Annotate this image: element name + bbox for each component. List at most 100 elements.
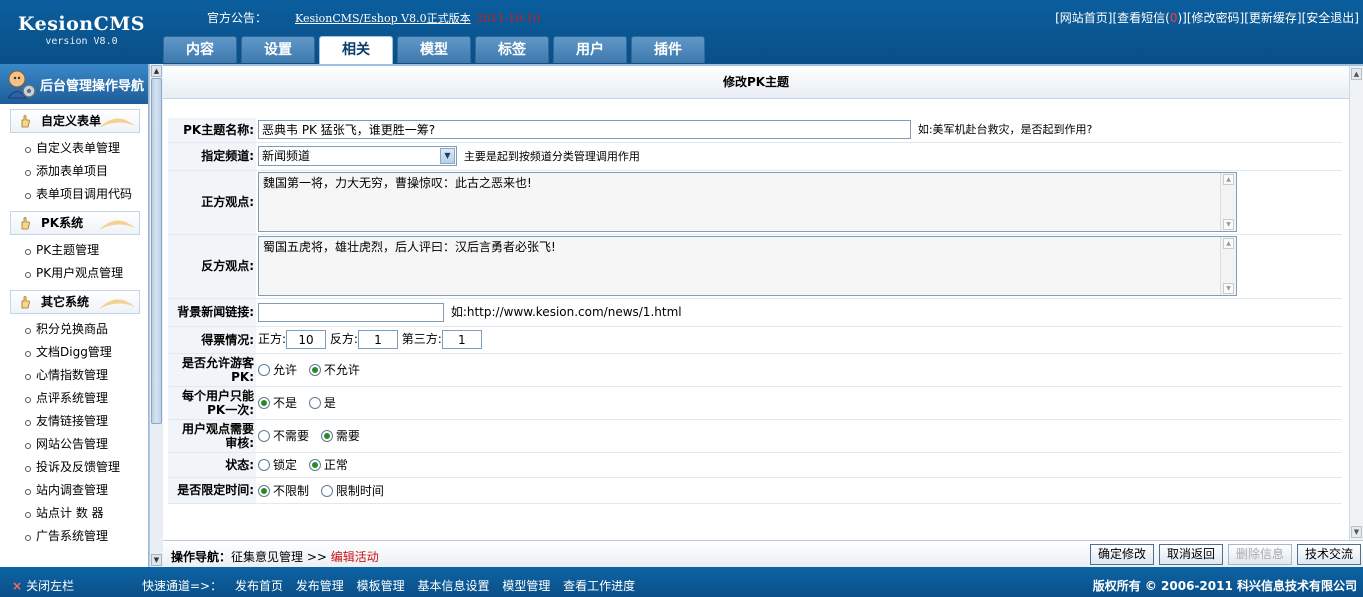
status-locked-radio[interactable]: 锁定 — [258, 458, 297, 472]
form-row-name: PK主题名称: 如:美军机赴台救灾，是否起到作用? — [168, 118, 1342, 143]
con-label: 反方观点: — [168, 234, 256, 299]
votes-con-input[interactable] — [357, 330, 398, 349]
textarea-scrollbar[interactable]: ▲ ▼ — [1220, 237, 1236, 295]
confirm-modify-button[interactable]: 确定修改 — [1089, 544, 1154, 565]
cancel-return-button[interactable]: 取消返回 — [1158, 544, 1223, 565]
view-messages-link[interactable]: [查看短信(0)] — [1112, 11, 1186, 25]
group-other-systems[interactable]: 其它系统 — [10, 290, 140, 314]
scroll-up-icon[interactable]: ▲ — [1223, 238, 1234, 249]
channel-select[interactable]: 新闻频道 ▼ — [258, 146, 457, 166]
group-custom-forms[interactable]: 自定义表单 — [10, 109, 140, 133]
sidebar-item-announcements[interactable]: 网站公告管理 — [0, 433, 148, 456]
name-hint: 如:美军机赴台救灾，是否起到作用? — [917, 123, 1093, 137]
delete-info-button[interactable]: 删除信息 — [1227, 544, 1292, 565]
sidebar-item-pk-user-views[interactable]: PK用户观点管理 — [0, 262, 148, 285]
news-label: 背景新闻链接: — [168, 298, 256, 327]
sidebar-item-custom-form-manage[interactable]: 自定义表单管理 — [0, 137, 148, 160]
scroll-down-icon[interactable]: ▼ — [1223, 283, 1234, 294]
scroll-thumb[interactable] — [151, 78, 162, 424]
tab-users[interactable]: 用户 — [553, 36, 627, 63]
quick-link-model-manage[interactable]: 模型管理 — [502, 579, 550, 593]
group-pk-system[interactable]: PK系统 — [10, 211, 140, 235]
close-icon: × — [12, 579, 23, 593]
sidebar-item-digg[interactable]: 文档Digg管理 — [0, 341, 148, 364]
tab-models[interactable]: 模型 — [397, 36, 471, 63]
sidebar-scrollbar[interactable]: ▲ ▼ — [149, 64, 163, 567]
pro-view-textarea[interactable]: 魏国第一将，力大无穷，曹操惊叹：此古之恶来也! ▲ ▼ — [258, 172, 1237, 232]
sidebar-item-ads[interactable]: 广告系统管理 — [0, 525, 148, 548]
sidebar-item-survey[interactable]: 站内调查管理 — [0, 479, 148, 502]
guest-deny-radio[interactable]: 不允许 — [308, 363, 360, 377]
news-link-input[interactable] — [258, 302, 444, 322]
change-password-link[interactable]: [修改密码] — [1187, 11, 1244, 25]
main-scrollbar[interactable]: ▲ ▼ — [1349, 66, 1363, 540]
form-row-once: 每个用户只能 PK一次: 不是 是 — [168, 386, 1342, 420]
site-home-link[interactable]: [网站首页] — [1055, 11, 1112, 25]
top-header: KesionCMS version V8.0 官方公告： KesionCMS/Es… — [0, 0, 1363, 64]
con-view-textarea[interactable]: 蜀国五虎将，雄壮虎烈，后人评曰：汉后言勇者必张飞! ▲ ▼ — [258, 236, 1237, 296]
chevron-down-icon[interactable]: ▼ — [440, 148, 455, 164]
sidebar-item-add-form-item[interactable]: 添加表单项目 — [0, 160, 148, 183]
scroll-down-icon[interactable]: ▼ — [1223, 219, 1234, 230]
radio-checked-icon — [258, 397, 270, 409]
nav-path-link[interactable]: 征集意见管理 — [231, 550, 303, 564]
sidebar-item-form-code[interactable]: 表单项目调用代码 — [0, 183, 148, 206]
swoosh-decoration — [99, 118, 135, 128]
pro-view-text: 魏国第一将，力大无穷，曹操惊叹：此古之恶来也! — [263, 176, 532, 190]
tab-settings[interactable]: 设置 — [241, 36, 315, 63]
close-sidebar-label: 关闭左栏 — [26, 579, 75, 593]
votes-pro-input[interactable] — [286, 330, 327, 349]
tab-labels[interactable]: 标签 — [475, 36, 549, 63]
scroll-down-icon[interactable]: ▼ — [151, 554, 162, 566]
topic-name-input[interactable] — [258, 120, 911, 140]
time-unlimited-radio[interactable]: 不限制 — [258, 484, 309, 498]
once-no-radio[interactable]: 不是 — [258, 396, 297, 410]
scroll-down-icon[interactable]: ▼ — [1351, 526, 1362, 538]
time-limited-radio[interactable]: 限制时间 — [320, 484, 384, 498]
scroll-up-icon[interactable]: ▲ — [1351, 68, 1362, 80]
scroll-up-icon[interactable]: ▲ — [1223, 174, 1234, 185]
close-sidebar-button[interactable]: × 关闭左栏 — [12, 577, 74, 594]
hand-icon — [21, 296, 30, 309]
notice-date: 2011-10-10 — [476, 12, 541, 25]
audit-yes-radio[interactable]: 需要 — [320, 429, 360, 443]
tab-content[interactable]: 内容 — [163, 36, 237, 63]
tab-plugins[interactable]: 插件 — [631, 36, 705, 63]
radio-icon — [258, 459, 270, 471]
scroll-up-icon[interactable]: ▲ — [151, 65, 162, 77]
channel-label: 指定频道: — [168, 142, 256, 171]
textarea-scrollbar[interactable]: ▲ ▼ — [1220, 173, 1236, 231]
time-cell: 不限制 限制时间 — [256, 477, 1342, 504]
quick-link-basic-settings[interactable]: 基本信息设置 — [417, 579, 489, 593]
sidebar-item-mood[interactable]: 心情指数管理 — [0, 364, 148, 387]
message-count: 0 — [1169, 11, 1178, 25]
logout-link[interactable]: [安全退出] — [1302, 11, 1359, 25]
audit-label: 用户观点需要 审核: — [168, 419, 256, 453]
quick-link-publish-home[interactable]: 发布首页 — [235, 579, 283, 593]
status-normal-radio[interactable]: 正常 — [308, 458, 348, 472]
sidebar-item-feedback[interactable]: 投诉及反馈管理 — [0, 456, 148, 479]
sidebar-item-counter[interactable]: 站点计 数 器 — [0, 502, 148, 525]
tab-related[interactable]: 相关 — [319, 36, 393, 64]
once-yes-radio[interactable]: 是 — [308, 396, 336, 410]
sidebar-item-points-exchange[interactable]: 积分兑换商品 — [0, 318, 148, 341]
radio-icon — [308, 397, 321, 409]
quick-link-work-progress[interactable]: 查看工作进度 — [563, 579, 635, 593]
radio-icon — [258, 364, 270, 376]
sidebar-item-review[interactable]: 点评系统管理 — [0, 387, 148, 410]
quick-link-template-manage[interactable]: 模板管理 — [357, 579, 405, 593]
votes-third-input[interactable] — [441, 330, 482, 349]
quick-link-publish-manage[interactable]: 发布管理 — [296, 579, 344, 593]
sidebar-item-friend-links[interactable]: 友情链接管理 — [0, 410, 148, 433]
votes-cell: 正方: 反方: 第三方: — [256, 326, 1342, 354]
notice-link[interactable]: KesionCMS/Eshop V8.0正式版本 — [295, 12, 471, 25]
channel-hint: 主要是起到按频道分类管理调用作用 — [463, 149, 640, 163]
sidebar-item-pk-topics[interactable]: PK主题管理 — [0, 239, 148, 262]
radio-checked-icon — [320, 430, 333, 442]
radio-icon — [258, 430, 270, 442]
tech-exchange-button[interactable]: 技术交流 — [1296, 544, 1361, 565]
news-cell: 如:http://www.kesion.com/news/1.html — [256, 298, 1342, 327]
guest-allow-radio[interactable]: 允许 — [258, 363, 297, 377]
refresh-cache-link[interactable]: [更新缓存] — [1244, 11, 1301, 25]
audit-no-radio[interactable]: 不需要 — [258, 429, 309, 443]
